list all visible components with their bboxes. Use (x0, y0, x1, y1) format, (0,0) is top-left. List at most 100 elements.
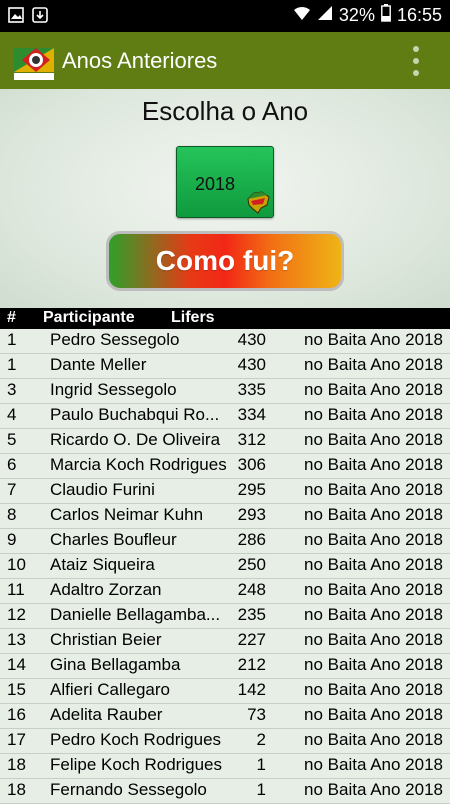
header-rank: # (7, 309, 16, 326)
participant-cell: Pedro Sessegolo (50, 330, 180, 349)
participant-cell: Pedro Koch Rodrigues (50, 730, 222, 749)
lifers-cell: 227 (237, 630, 266, 649)
baita-logo-icon (14, 44, 54, 80)
lifers-cell: 295 (237, 480, 266, 499)
lifers-cell: 335 (237, 380, 266, 399)
participant-cell: Christian Beier (50, 630, 162, 649)
participant-cell: Charles Boufleur (50, 530, 177, 549)
rank-cell: 6 (7, 455, 17, 474)
year-select-button[interactable]: 2018 (176, 146, 274, 218)
table-row[interactable]: 11 Adaltro Zorzan 248 no Baita Ano 2018 (0, 579, 450, 604)
lifers-cell: 430 (237, 355, 266, 374)
lifers-cell: 73 (247, 705, 266, 724)
year-label-cell: no Baita Ano 2018 (304, 355, 443, 374)
lifers-cell: 212 (237, 655, 266, 674)
participant-cell: Ricardo O. De Oliveira (50, 430, 221, 449)
table-row[interactable]: 3 Ingrid Sessegolo 335 no Baita Ano 2018 (0, 379, 450, 404)
participant-cell: Carlos Neimar Kuhn (50, 505, 204, 524)
year-label-cell: no Baita Ano 2018 (304, 755, 443, 774)
participant-cell: Dante Meller (50, 355, 147, 374)
table-row[interactable]: 8 Carlos Neimar Kuhn 293 no Baita Ano 2018 (0, 504, 450, 529)
rank-cell: 18 (7, 755, 26, 774)
participant-cell: Adaltro Zorzan (50, 580, 162, 599)
lifers-cell: 1 (256, 780, 266, 799)
download-icon (32, 6, 48, 24)
table-row[interactable]: 7 Claudio Furini 295 no Baita Ano 2018 (0, 479, 450, 504)
rank-cell: 7 (7, 480, 17, 499)
status-bar: 32% 16:55 (0, 0, 450, 32)
lifers-cell: 248 (237, 580, 266, 599)
table-row[interactable]: 17 Pedro Koch Rodrigues 2 no Baita Ano 2018 (0, 729, 450, 754)
rio-grande-do-sul-map-icon (245, 189, 271, 215)
wifi-icon (293, 5, 311, 26)
rank-cell: 4 (7, 405, 17, 424)
app-bar: Anos Anteriores (0, 32, 450, 89)
year-label-cell: no Baita Ano 2018 (304, 655, 443, 674)
lifers-cell: 306 (237, 455, 266, 474)
participant-cell: Fernando Sessegolo (50, 780, 207, 799)
rank-cell: 10 (7, 555, 26, 574)
table-row[interactable]: 18 Felipe Koch Rodrigues 1 no Baita Ano 201… (0, 754, 450, 779)
rank-cell: 11 (7, 580, 25, 599)
header-lifers: Lifers (171, 309, 215, 326)
table-row[interactable]: 13 Christian Beier 227 no Baita Ano 2018 (0, 629, 450, 654)
clock-text: 16:55 (396, 5, 442, 25)
table-row[interactable]: 18 Fernando Sessegolo 1 no Baita Ano 2018 (0, 779, 450, 804)
rank-cell: 18 (7, 780, 26, 799)
year-label-cell: no Baita Ano 2018 (304, 580, 443, 599)
table-row[interactable]: 15 Alfieri Callegaro 142 no Baita Ano 2018 (0, 679, 450, 704)
participant-cell: Ataiz Siqueira (50, 555, 155, 574)
lifers-cell: 334 (237, 405, 266, 424)
table-row[interactable]: 10 Ataiz Siqueira 250 no Baita Ano 2018 (0, 554, 450, 579)
table-row[interactable]: 5 Ricardo O. De Oliveira 312 no Baita Ano 2… (0, 429, 450, 454)
year-label-cell: no Baita Ano 2018 (304, 530, 443, 549)
rank-cell: 5 (7, 430, 17, 449)
battery-text: 32% (338, 5, 375, 25)
image-icon (8, 6, 24, 24)
year-label-cell: no Baita Ano 2018 (304, 455, 443, 474)
table-row[interactable]: 4 Paulo Buchabqui Ro... 334 no Baita Ano 20… (0, 404, 450, 429)
rank-cell: 13 (7, 630, 26, 649)
table-row[interactable]: 9 Charles Boufleur 286 no Baita Ano 2018 (0, 529, 450, 554)
battery-icon (381, 4, 391, 27)
lifers-cell: 2 (256, 730, 266, 749)
table-row[interactable]: 1 Pedro Sessegolo 430 no Baita Ano 2018 (0, 329, 450, 354)
lifers-cell: 1 (256, 755, 266, 774)
rank-cell: 14 (7, 655, 26, 674)
participant-cell: Marcia Koch Rodrigues (50, 455, 226, 474)
year-label-cell: no Baita Ano 2018 (304, 705, 443, 724)
rank-cell: 3 (7, 380, 17, 399)
year-label-cell: no Baita Ano 2018 (304, 555, 443, 574)
year-label-cell: no Baita Ano 2018 (304, 605, 443, 624)
page-heading: Escolha o Ano (141, 96, 309, 126)
rank-cell: 8 (7, 505, 17, 524)
year-selector-panel: Escolha o Ano 2018 Como fui? (0, 89, 450, 308)
participant-cell: Paulo Buchabqui Ro... (50, 405, 220, 424)
year-label-cell: no Baita Ano 2018 (304, 330, 443, 349)
participant-cell: Gina Bellagamba (50, 655, 181, 674)
rank-cell: 1 (7, 355, 17, 374)
participant-cell: Danielle Bellagamba... (50, 605, 221, 624)
lifers-cell: 142 (237, 680, 266, 699)
lifers-cell: 286 (237, 530, 266, 549)
participant-cell: Ingrid Sessegolo (50, 380, 177, 399)
como-fui-button[interactable]: Como fui? (106, 231, 344, 291)
lifers-cell: 312 (237, 430, 266, 449)
lifers-cell: 250 (237, 555, 266, 574)
year-label-cell: no Baita Ano 2018 (304, 730, 443, 749)
header-participant: Participante (43, 309, 135, 326)
rank-cell: 15 (7, 680, 26, 699)
table-row[interactable]: 16 Adelita Rauber 73 no Baita Ano 2018 (0, 704, 450, 729)
app-title: Anos Anteriores (62, 48, 218, 73)
rank-cell: 17 (7, 730, 26, 749)
table-row[interactable]: 14 Gina Bellagamba 212 no Baita Ano 2018 (0, 654, 450, 679)
rank-cell: 9 (7, 530, 17, 549)
table-row[interactable]: 12 Danielle Bellagamba... 235 no Baita Ano … (0, 604, 450, 629)
year-label-cell: no Baita Ano 2018 (304, 630, 443, 649)
table-row[interactable]: 1 Dante Meller 430 no Baita Ano 2018 (0, 354, 450, 379)
participant-cell: Felipe Koch Rodrigues (50, 755, 222, 774)
participant-cell: Claudio Furini (50, 480, 155, 499)
table-row[interactable]: 6 Marcia Koch Rodrigues 306 no Baita Ano 20… (0, 454, 450, 479)
participant-cell: Adelita Rauber (50, 705, 163, 724)
overflow-menu-icon[interactable] (412, 46, 420, 76)
